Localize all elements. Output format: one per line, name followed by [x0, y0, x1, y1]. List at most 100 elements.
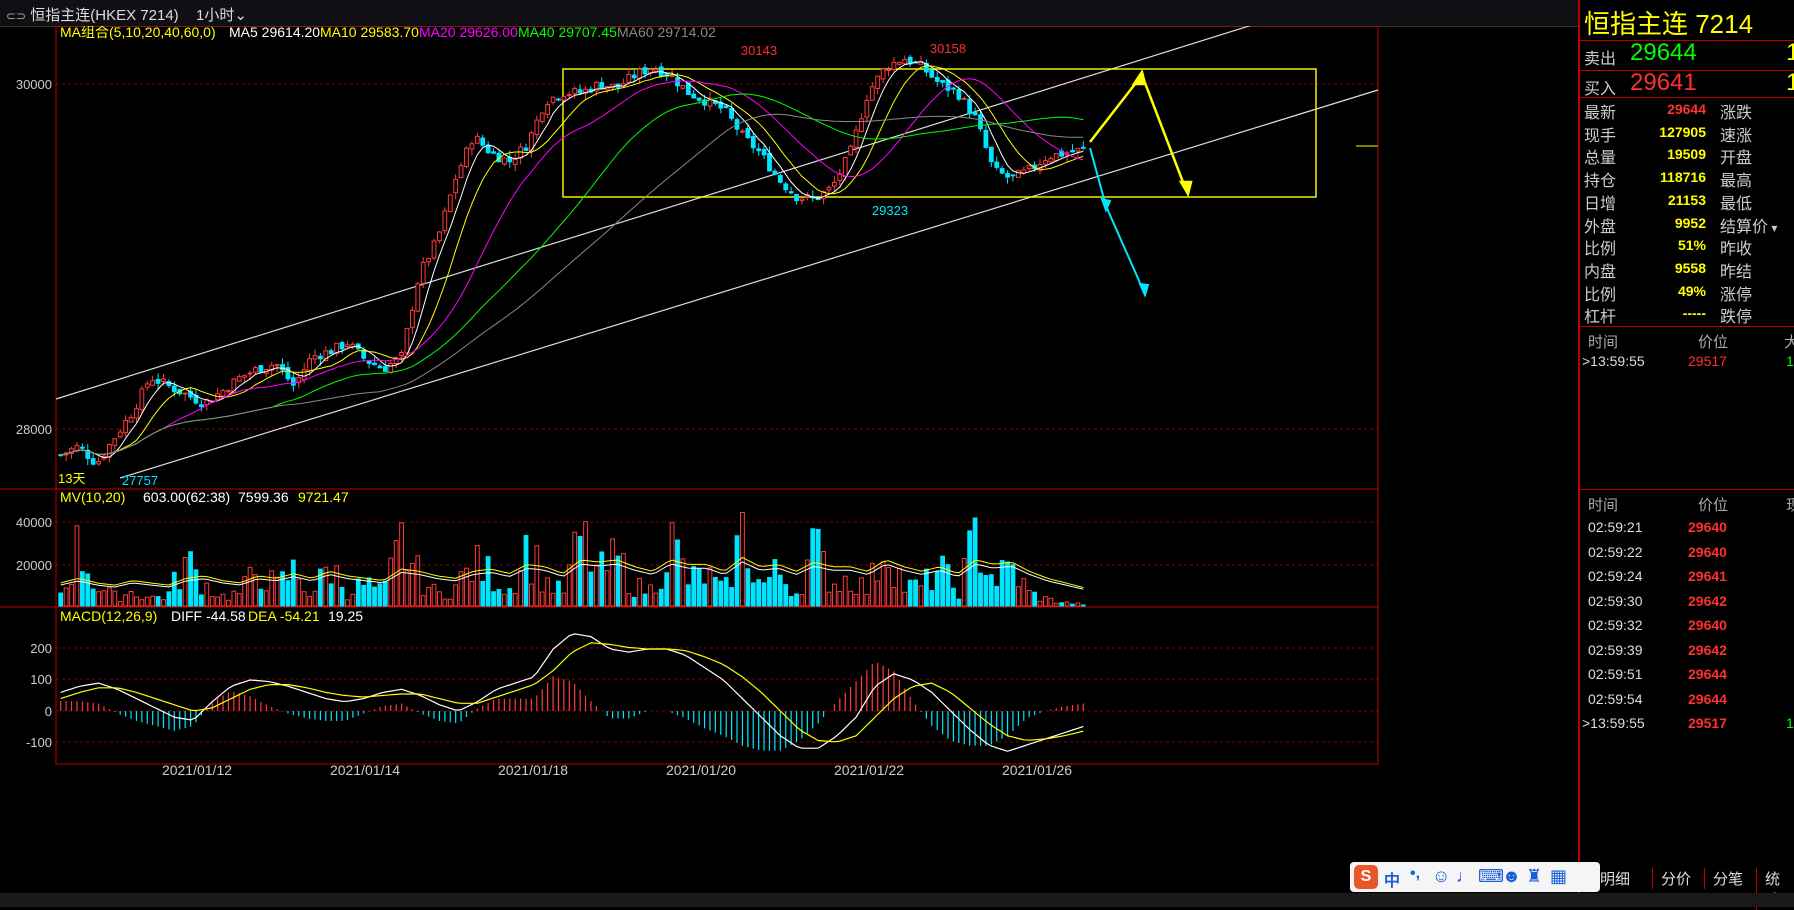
candle-body	[345, 344, 350, 348]
macd-indicator-label[interactable]: MACD(12,26,9)	[60, 608, 157, 624]
sogou-logo-icon[interactable]: S	[1354, 865, 1378, 889]
candle	[556, 97, 561, 102]
macd-histogram-value: 19.25	[328, 608, 363, 624]
period-label: 1小时	[196, 7, 235, 24]
volume-bar	[712, 576, 718, 607]
ime-chinese-mode-icon[interactable]: 中	[1384, 867, 1400, 891]
candle-body	[599, 82, 605, 90]
volume-bar	[155, 596, 161, 607]
volume-bar	[529, 583, 534, 607]
moving-average-lines	[60, 61, 1084, 459]
yellow-arrow-head-top	[1131, 68, 1147, 86]
candle	[464, 146, 469, 169]
volume-bar	[507, 588, 513, 607]
candle	[550, 96, 556, 105]
volume-bar	[220, 593, 226, 607]
quote-row-value: 51%	[1677, 237, 1706, 254]
volume-bar	[696, 568, 702, 607]
candle	[366, 360, 372, 369]
ma-line-10	[60, 65, 1084, 456]
ime-voice-icon[interactable]: ♩	[1456, 866, 1474, 887]
symbol-title[interactable]: ⊂⊃ 恒指主连(HKEX 7214)	[6, 4, 179, 25]
detail-tab[interactable]: 分价	[1652, 868, 1691, 889]
quote-row-label-right: 昨收	[1720, 241, 1753, 259]
candle-body	[869, 86, 875, 101]
candle-body	[290, 377, 296, 386]
candle	[896, 61, 902, 66]
quote-row-value: -----	[1682, 305, 1706, 322]
candle-body	[242, 374, 248, 378]
candle-body	[929, 69, 935, 78]
candle-body	[431, 240, 437, 259]
mv-indicator-label[interactable]: MV(10,20)	[60, 489, 125, 505]
tick-row: >13:59:55 29517 1	[1580, 711, 1794, 735]
candle-body	[171, 385, 177, 393]
candle-body	[680, 85, 686, 89]
status-bar	[0, 893, 1794, 907]
channel-upper-line	[55, 26, 1252, 400]
quote-row-value: 21153	[1667, 191, 1706, 208]
ime-emoji-icon[interactable]: ☺	[1432, 866, 1450, 887]
candle	[734, 117, 740, 136]
ime-toolbox-icon[interactable]: ▦	[1550, 866, 1567, 887]
yellow-arrow-head-bottom	[1178, 180, 1193, 198]
volume-bar	[58, 592, 64, 607]
detail-tab[interactable]: 明细	[1600, 868, 1630, 889]
volume-bar	[437, 591, 442, 607]
quote-row-label-right: 涨跌	[1720, 105, 1753, 122]
ytick-200: 200	[30, 641, 52, 656]
candle-body	[577, 89, 583, 94]
candle-body	[312, 355, 318, 360]
volume-bar	[734, 535, 740, 607]
chevron-down-icon[interactable]: ▾	[1768, 221, 1777, 235]
candle	[1037, 159, 1043, 175]
volume-bar	[923, 568, 929, 607]
candle	[377, 363, 383, 369]
candle	[740, 128, 745, 134]
ime-punctuation-icon[interactable]: •,	[1410, 865, 1420, 883]
volume-bar	[723, 577, 729, 607]
volume-bar	[886, 567, 891, 607]
candle	[1080, 140, 1086, 151]
candle-body	[90, 458, 96, 465]
quote-row-value: 19509	[1667, 146, 1706, 163]
candle-body	[1048, 158, 1054, 163]
volume-bar	[501, 593, 507, 607]
volume-bar	[637, 577, 643, 607]
ime-user-icon[interactable]: ☻	[1502, 866, 1521, 887]
ma-indicator-label[interactable]: MA组合(5,10,20,40,60,0)	[60, 26, 216, 40]
tick-row: 02:59:22 29640	[1580, 540, 1794, 564]
volume-bar	[799, 594, 805, 607]
volume-bar	[236, 593, 242, 607]
volume-bar	[415, 555, 421, 607]
volume-bar	[610, 538, 615, 607]
candle	[480, 134, 486, 148]
volume-bar	[301, 591, 307, 607]
last-trade-vol: 1	[1786, 353, 1794, 369]
candle-body	[956, 89, 962, 100]
quote-panel: 恒指主连 7214 卖出 29644 1 买入 29641 1 最新 29644 涨…	[1578, 0, 1794, 907]
volume-bar	[550, 592, 556, 607]
ime-keyboard-icon[interactable]: ⌨	[1478, 866, 1504, 887]
candle-body	[972, 111, 978, 116]
candle-body	[107, 444, 112, 458]
candle-body	[112, 438, 118, 446]
ime-skin-icon[interactable]: ♜	[1526, 866, 1542, 887]
candle-body	[767, 152, 772, 172]
volume-bar	[290, 559, 296, 607]
volume-bar	[117, 601, 123, 607]
candle	[988, 146, 994, 167]
candle-body	[853, 129, 859, 148]
candle	[501, 157, 507, 167]
detail-tab[interactable]: 分笔	[1704, 868, 1743, 889]
candle	[112, 438, 118, 452]
ma-line-5	[60, 61, 1084, 459]
tick-row: 02:59:24 29641	[1580, 564, 1794, 588]
ime-toolbar[interactable]: S 中 •, ☺ ♩ ⌨ ☻ ♜ ▦	[1350, 862, 1600, 892]
volume-bar	[1043, 596, 1048, 607]
period-selector[interactable]: 1小时⌄	[196, 4, 247, 25]
candle	[929, 68, 935, 79]
candle	[415, 281, 421, 313]
ticks-vol-header: 现	[1786, 497, 1794, 514]
candle	[994, 156, 1000, 171]
